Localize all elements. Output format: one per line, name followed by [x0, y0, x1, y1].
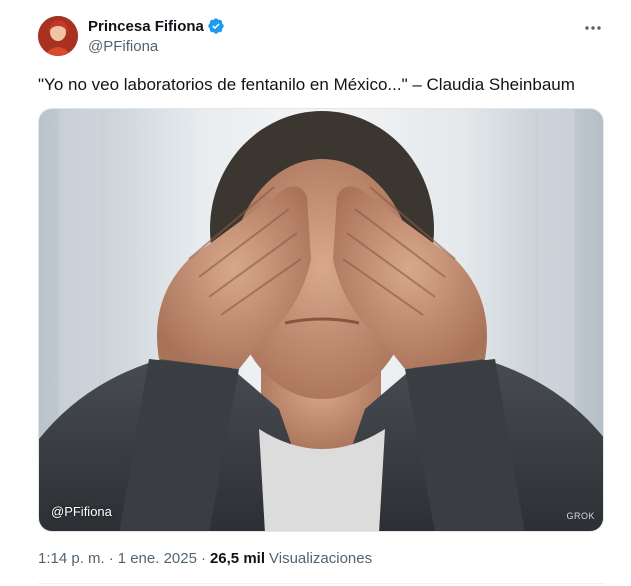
divider: [38, 583, 605, 584]
verified-badge-icon: [208, 18, 224, 34]
avatar-image: [38, 16, 78, 56]
media-illustration: [39, 109, 603, 531]
ai-generated-mark: GROK: [566, 511, 595, 521]
author-handle[interactable]: @PFifiona: [88, 38, 158, 55]
tweet-date[interactable]: 1 ene. 2025: [118, 550, 197, 567]
tweet-media-image[interactable]: @PFifiona GROK: [38, 108, 604, 532]
meta-separator: ·: [108, 550, 114, 567]
meta-separator-2: ·: [200, 550, 206, 567]
tweet-metadata: 1:14 p. m. · 1 ene. 2025 · 26,5 mil Visu…: [38, 550, 372, 567]
media-watermark: @PFifiona: [51, 504, 112, 519]
views-count: 26,5 mil: [209, 550, 265, 567]
author-name-row[interactable]: Princesa Fifiona: [88, 17, 225, 35]
views-label: Visualizaciones: [269, 550, 373, 567]
tweet-time[interactable]: 1:14 p. m.: [38, 550, 105, 567]
author-avatar[interactable]: [38, 16, 78, 56]
tweet-text: "Yo no veo laboratorios de fentanilo en …: [38, 75, 575, 94]
more-dots-icon[interactable]: [583, 18, 603, 38]
author-display-name[interactable]: Princesa Fifiona: [88, 18, 204, 35]
